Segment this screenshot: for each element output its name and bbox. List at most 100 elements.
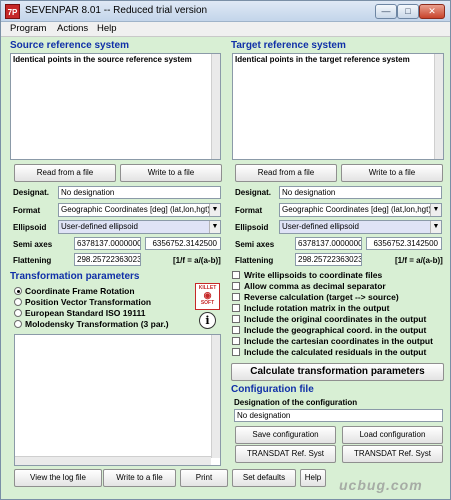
print-button[interactable]: Print (180, 469, 228, 487)
radio-selected-icon (14, 287, 22, 295)
killetsoft-logo[interactable]: KILLET ◉ SOFT (195, 283, 220, 310)
source-ellipsoid-label: Ellipsoid (13, 223, 47, 232)
target-read-button[interactable]: Read from a file (235, 164, 337, 182)
source-read-button[interactable]: Read from a file (14, 164, 116, 182)
chevron-down-icon: ▼ (209, 204, 220, 216)
transformation-section-title: Transformation parameters (10, 271, 140, 282)
source-semi-axes-label: Semi axes (13, 240, 53, 249)
source-ellipsoid-select[interactable]: User-defined ellipsoid ▼ (58, 220, 221, 234)
menu-actions[interactable]: Actions (57, 23, 88, 34)
target-points-list[interactable]: Identical points in the target reference… (232, 53, 444, 160)
source-points-scrollbar[interactable] (211, 54, 220, 159)
check-write-ellipsoids[interactable]: Write ellipsoids to coordinate files (232, 270, 382, 280)
source-points-label: Identical points in the source reference… (13, 55, 192, 64)
radio-icon (14, 320, 22, 328)
configuration-section-title: Configuration file (231, 384, 314, 395)
radio-coordinate-frame-rotation[interactable]: Coordinate Frame Rotation (14, 286, 135, 296)
checkbox-icon (232, 348, 240, 356)
calculate-parameters-button[interactable]: Calculate transformation parameters (231, 363, 444, 381)
source-section-title: Source reference system (10, 40, 129, 51)
source-flattening-label: Flattening (13, 256, 52, 265)
minimize-icon: — (381, 6, 391, 16)
source-flattening-field[interactable]: 298.25722363023 (74, 253, 141, 266)
target-flattening-label: Flattening (235, 256, 274, 265)
target-points-scrollbar[interactable] (434, 54, 443, 159)
parameters-output-box[interactable] (14, 334, 221, 466)
checkbox-icon (232, 326, 240, 334)
info-icon[interactable]: i (199, 312, 216, 329)
view-log-file-button[interactable]: View the log file (14, 469, 102, 487)
menu-program[interactable]: Program (10, 23, 46, 34)
close-button[interactable]: ✕ (419, 4, 445, 19)
radio-icon (14, 298, 22, 306)
checkbox-icon (232, 337, 240, 345)
transdat-source-button[interactable]: TRANSDAT Ref. Syst (235, 445, 336, 463)
chevron-down-icon: ▼ (430, 221, 441, 233)
target-semi-a-field[interactable]: 6378137.0000000 (295, 237, 362, 250)
menu-bar: Program Actions Help (1, 22, 450, 37)
load-configuration-button[interactable]: Load configuration (342, 426, 443, 444)
configuration-designation-label: Designation of the configuration (234, 398, 358, 407)
target-section-title: Target reference system (231, 40, 346, 51)
radio-molodensky[interactable]: Molodensky Transformation (3 par.) (14, 319, 169, 329)
radio-iso-19111[interactable]: European Standard ISO 19111 (14, 308, 145, 318)
parameters-scrollbar-h[interactable] (15, 456, 211, 465)
set-defaults-button[interactable]: Set defaults (232, 469, 296, 487)
source-flattening-note: [1/f = a/(a-b)] (173, 256, 221, 265)
maximize-icon: □ (405, 6, 411, 16)
app-window: 7P SEVENPAR 8.01 -- Reduced trial versio… (0, 0, 451, 500)
source-format-select[interactable]: Geographic Coordinates [deg] (lat,lon,hg… (58, 203, 221, 217)
source-format-value: Geographic Coordinates [deg] (lat,lon,hg… (61, 205, 210, 214)
check-original-coordinates[interactable]: Include the original coordinates in the … (232, 314, 426, 324)
target-ellipsoid-select[interactable]: User-defined ellipsoid ▼ (279, 220, 442, 234)
source-semi-a-field[interactable]: 6378137.0000000 (74, 237, 141, 250)
source-write-button[interactable]: Write to a file (120, 164, 222, 182)
source-format-label: Format (13, 206, 41, 215)
radio-icon (14, 309, 22, 317)
check-rotation-matrix[interactable]: Include rotation matrix in the output (232, 303, 389, 313)
target-designat-label: Designat. (235, 188, 272, 197)
target-format-select[interactable]: Geographic Coordinates [deg] (lat,lon,hg… (279, 203, 442, 217)
target-flattening-note: [1/f = a/(a-b)] (395, 256, 443, 265)
app-icon: 7P (5, 4, 20, 19)
check-geographical-coord[interactable]: Include the geographical coord. in the o… (232, 325, 426, 335)
check-reverse-calculation[interactable]: Reverse calculation (target --> source) (232, 292, 399, 302)
checkbox-icon (232, 271, 240, 279)
target-points-label: Identical points in the target reference… (235, 55, 410, 64)
target-ellipsoid-value: User-defined ellipsoid (282, 222, 359, 231)
chevron-down-icon: ▼ (430, 204, 441, 216)
transdat-target-button[interactable]: TRANSDAT Ref. Syst (342, 445, 443, 463)
checkbox-icon (232, 315, 240, 323)
maximize-button[interactable]: □ (397, 4, 419, 19)
radio-position-vector[interactable]: Position Vector Transformation (14, 297, 151, 307)
target-ellipsoid-label: Ellipsoid (235, 223, 269, 232)
check-calculated-residuals[interactable]: Include the calculated residuals in the … (232, 347, 426, 357)
close-icon: ✕ (428, 6, 436, 16)
source-semi-b-field[interactable]: 6356752.3142500 (145, 237, 221, 250)
write-to-file-button[interactable]: Write to a file (103, 469, 176, 487)
check-allow-comma[interactable]: Allow comma as decimal separator (232, 281, 386, 291)
source-designat-field[interactable]: No designation (58, 186, 221, 199)
globe-icon: ◉ (203, 290, 212, 300)
source-points-list[interactable]: Identical points in the source reference… (10, 53, 221, 160)
target-semi-axes-label: Semi axes (235, 240, 275, 249)
target-flattening-field[interactable]: 298.25722363023 (295, 253, 362, 266)
parameters-scrollbar-v[interactable] (211, 335, 220, 458)
window-title: SEVENPAR 8.01 -- Reduced trial version (25, 5, 208, 16)
target-format-value: Geographic Coordinates [deg] (lat,lon,hg… (282, 205, 431, 214)
checkbox-icon (232, 293, 240, 301)
target-designat-field[interactable]: No designation (279, 186, 442, 199)
target-write-button[interactable]: Write to a file (341, 164, 443, 182)
minimize-button[interactable]: — (375, 4, 397, 19)
target-semi-b-field[interactable]: 6356752.3142500 (366, 237, 442, 250)
title-bar[interactable]: 7P SEVENPAR 8.01 -- Reduced trial versio… (1, 1, 450, 22)
configuration-designation-field[interactable]: No designation (234, 409, 443, 422)
help-button[interactable]: Help (300, 469, 326, 487)
check-cartesian-coordinates[interactable]: Include the cartesian coordinates in the… (232, 336, 433, 346)
checkbox-icon (232, 304, 240, 312)
menu-help[interactable]: Help (97, 23, 117, 34)
checkbox-icon (232, 282, 240, 290)
save-configuration-button[interactable]: Save configuration (235, 426, 336, 444)
chevron-down-icon: ▼ (209, 221, 220, 233)
source-designat-label: Designat. (13, 188, 50, 197)
